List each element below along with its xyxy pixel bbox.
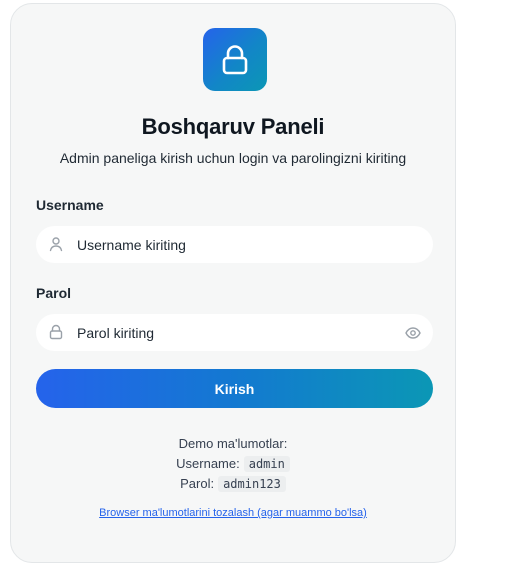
login-card: Boshqaruv Paneli Admin paneliga kirish u… [10, 3, 456, 563]
demo-username-value: admin [243, 456, 290, 472]
password-placeholder: Parol kiriting [77, 324, 155, 341]
demo-password-row: Parol: admin123 [11, 474, 455, 494]
demo-username-label: Username: [176, 456, 240, 471]
page-title: Boshqaruv Paneli [141, 114, 325, 139]
password-label: Parol [36, 285, 72, 301]
demo-password-label: Parol: [180, 476, 215, 491]
demo-credentials: Demo ma'lumotlar: Username: admin Parol: a… [11, 434, 455, 494]
user-icon [48, 236, 64, 252]
demo-username-row: Username: admin [11, 454, 455, 474]
clear-browser-data-link[interactable]: Browser ma'lumotlarini tozalash (agar mu… [11, 507, 455, 519]
lock-icon [48, 324, 64, 340]
logo-lock-icon [203, 28, 267, 91]
username-placeholder: Username kiriting [77, 236, 186, 253]
username-input[interactable]: Username kiriting [36, 226, 433, 263]
demo-password-value: admin123 [218, 476, 286, 492]
login-submit-button[interactable]: Kirish [36, 369, 433, 408]
username-label: Username [36, 197, 104, 213]
eye-icon[interactable] [405, 325, 421, 341]
page-subtitle: Admin paneliga kirish uchun login va par… [59, 150, 407, 166]
password-input[interactable]: Parol kiriting [36, 314, 433, 351]
demo-heading: Demo ma'lumotlar: [178, 436, 288, 451]
